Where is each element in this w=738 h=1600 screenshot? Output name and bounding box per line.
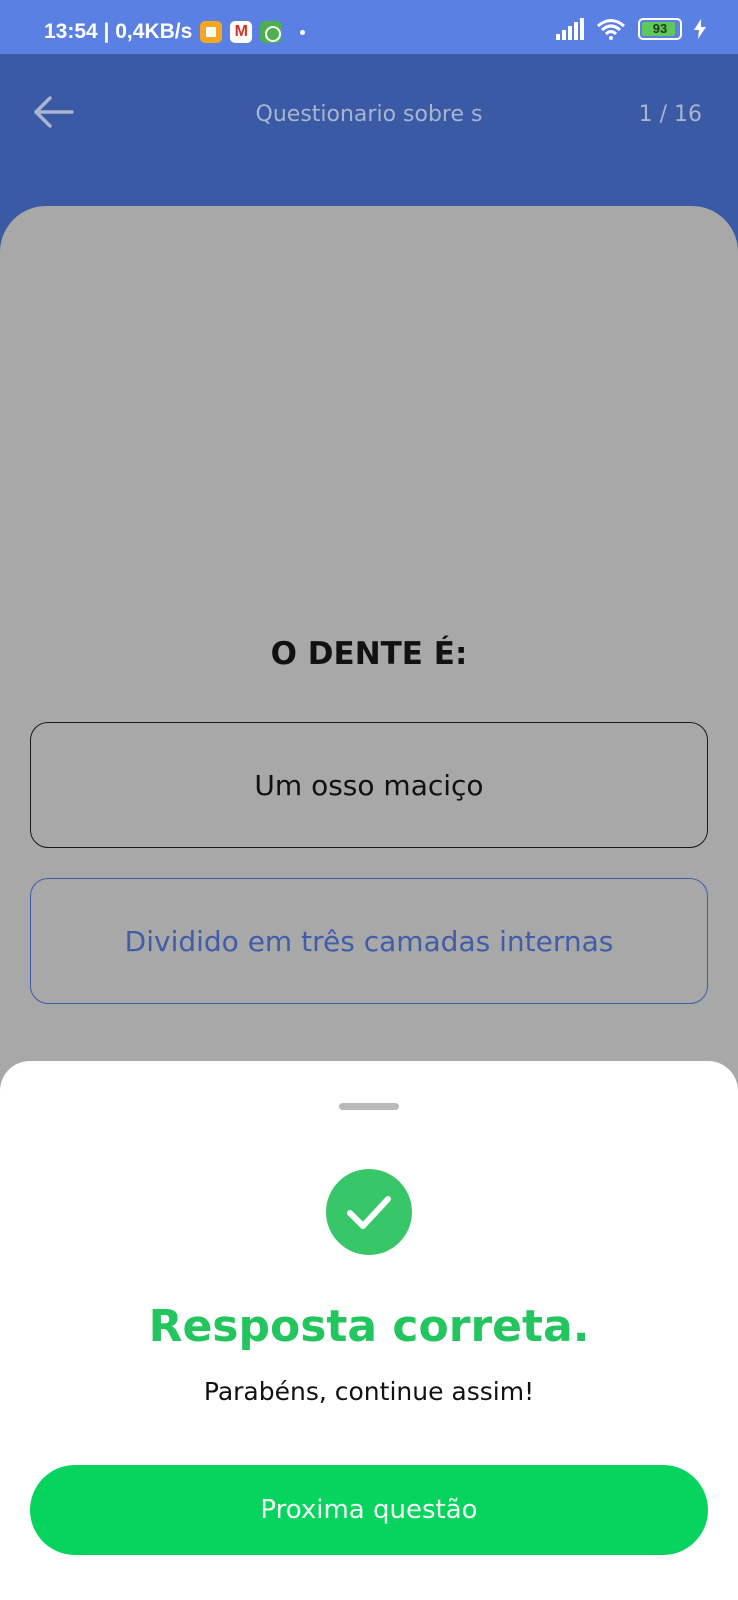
orange-app-icon: [200, 21, 223, 43]
answer-option-2[interactable]: Dividido em três camadas internas: [30, 878, 708, 1004]
status-time-speed: 13:54 | 0,4KB/s: [44, 20, 193, 43]
sheet-drag-handle[interactable]: [339, 1103, 399, 1110]
result-title: Resposta correta.: [148, 1301, 590, 1352]
gmail-icon: M: [230, 21, 253, 43]
status-bar: 13:54 | 0,4KB/s M 93: [0, 0, 738, 54]
success-badge: [326, 1169, 412, 1255]
result-subtitle: Parabéns, continue assim!: [203, 1377, 535, 1406]
charging-icon: [694, 19, 706, 39]
battery-icon: 93: [638, 18, 682, 40]
question-counter: 1 / 16: [638, 102, 702, 127]
battery-level: 93: [652, 21, 668, 36]
question-text: O DENTE É:: [270, 636, 468, 672]
green-app-icon: [260, 21, 283, 43]
notification-dot-icon: [300, 29, 306, 35]
answer-option-1[interactable]: Um osso maciço: [30, 722, 708, 848]
next-question-button[interactable]: Proxima questão: [30, 1465, 708, 1555]
status-left: 13:54 | 0,4KB/s M: [44, 20, 306, 44]
page-title: Questionario sobre s: [255, 102, 483, 127]
answer-option-label: Um osso maciço: [254, 768, 484, 802]
answer-option-label: Dividido em três camadas internas: [124, 924, 614, 958]
result-bottom-sheet: Resposta correta. Parabéns, continue ass…: [0, 1061, 738, 1600]
app-bar: Questionario sobre s 1 / 16: [0, 54, 738, 204]
wifi-icon: [597, 19, 625, 40]
next-question-label: Proxima questão: [260, 1495, 478, 1525]
status-right: 93: [556, 18, 706, 40]
signal-icon: [556, 18, 584, 40]
check-icon: [347, 1196, 391, 1229]
